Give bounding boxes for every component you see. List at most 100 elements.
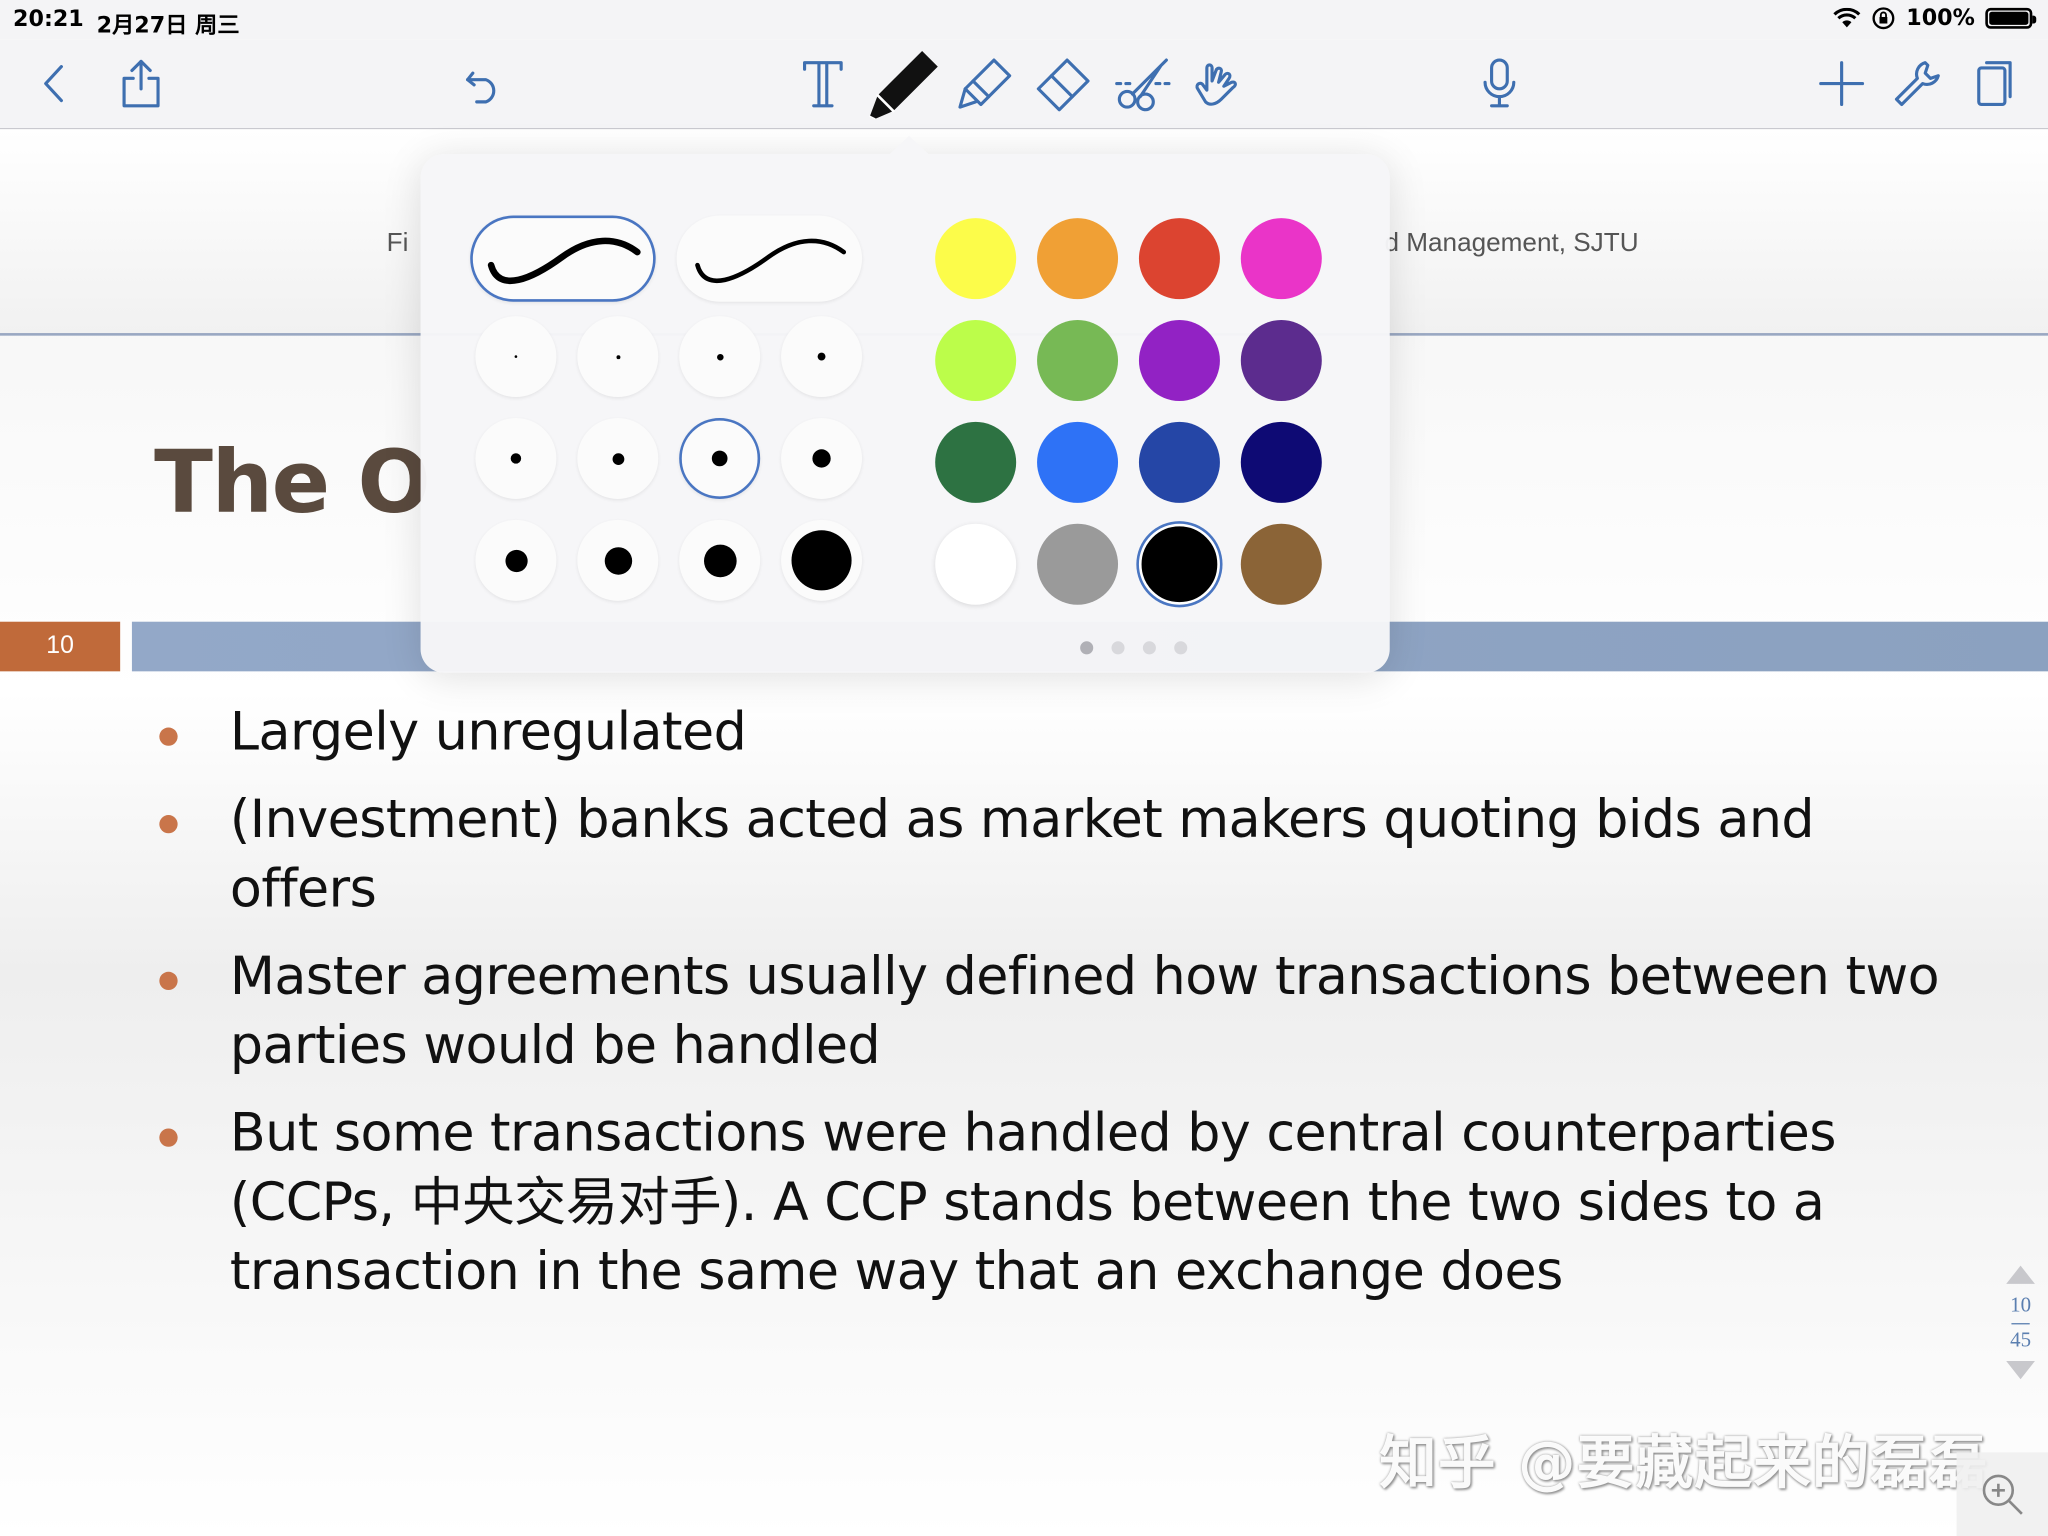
orientation-lock-icon xyxy=(1873,7,1896,30)
hand-pointer-icon xyxy=(1195,63,1237,106)
pen-size-button[interactable] xyxy=(679,316,761,398)
pen-size-dot xyxy=(510,453,522,464)
color-swatch[interactable] xyxy=(1037,218,1119,300)
page-down-icon[interactable] xyxy=(2006,1360,2035,1380)
fountain-pen-stroke-button[interactable] xyxy=(470,215,656,302)
color-swatch[interactable] xyxy=(1240,523,1322,605)
fountain-pen-stroke-icon xyxy=(487,237,641,285)
text-tool-button[interactable] xyxy=(792,39,855,128)
microphone-icon xyxy=(1483,58,1516,108)
microphone-button[interactable] xyxy=(1468,39,1531,128)
pen-size-button[interactable] xyxy=(781,316,863,398)
highlighter-tool-icon xyxy=(958,58,1012,109)
status-bar: 20:21 2月27日 周三 100% xyxy=(0,0,2048,39)
color-swatch[interactable] xyxy=(1138,523,1220,605)
pen-size-dot xyxy=(791,530,852,591)
page-dot[interactable] xyxy=(1111,641,1125,655)
slide-number: 10 xyxy=(0,621,121,672)
ball-pen-stroke-icon xyxy=(695,238,847,284)
bullet-item: Largely unregulated xyxy=(154,699,1956,768)
popover-arrow xyxy=(888,135,930,156)
pen-size-button[interactable] xyxy=(679,417,761,499)
pen-tool-button[interactable] xyxy=(867,39,943,128)
color-swatch[interactable] xyxy=(1240,319,1322,401)
undo-icon xyxy=(466,71,496,104)
share-icon xyxy=(122,59,160,108)
pen-size-button[interactable] xyxy=(781,519,863,601)
status-right: 100% xyxy=(1833,5,2037,31)
bullet-item: But some transactions were handled by ce… xyxy=(154,1100,1956,1308)
color-swatch[interactable] xyxy=(935,218,1017,300)
back-icon xyxy=(44,65,63,103)
pen-size-dot xyxy=(504,549,528,572)
pen-size-button[interactable] xyxy=(577,519,659,601)
slide-title: The O xyxy=(154,432,431,533)
total-pages: 45 xyxy=(2010,1329,2032,1352)
pages-button[interactable] xyxy=(1963,39,2026,128)
pen-size-dot xyxy=(817,352,826,361)
page-indicator[interactable]: 10 45 xyxy=(1998,1265,2042,1410)
watermark: 知乎 @要藏起来的磊磊 xyxy=(1379,1430,1989,1497)
course-title-left: Fi xyxy=(386,228,409,258)
pages-icon xyxy=(1977,61,2012,107)
pen-size-dot xyxy=(514,355,518,358)
pen-size-button[interactable] xyxy=(475,417,557,499)
pen-tool-icon xyxy=(869,50,938,120)
add-icon xyxy=(1819,61,1865,107)
page-divider xyxy=(2011,1323,2030,1325)
bullet-list: Largely unregulated (Investment) banks a… xyxy=(154,699,1956,1326)
page-up-icon[interactable] xyxy=(2006,1265,2035,1284)
ball-pen-stroke-button[interactable] xyxy=(676,215,863,302)
color-swatch[interactable] xyxy=(1037,421,1119,503)
hand-tool-button[interactable] xyxy=(1186,39,1249,128)
page-dot[interactable] xyxy=(1142,641,1156,655)
pen-size-button[interactable] xyxy=(475,316,557,398)
undo-button[interactable] xyxy=(452,39,515,128)
pen-size-button[interactable] xyxy=(577,417,659,499)
color-swatch[interactable] xyxy=(1138,421,1220,503)
color-swatch[interactable] xyxy=(1240,218,1322,300)
wrench-icon xyxy=(1894,61,1940,107)
pen-size-dot xyxy=(716,353,723,360)
status-time: 20:21 xyxy=(13,6,84,33)
lasso-scissors-icon xyxy=(1115,58,1174,112)
page-dot[interactable] xyxy=(1174,641,1188,655)
course-title-right: d Management, SJTU xyxy=(1384,228,1639,258)
battery-icon xyxy=(1985,7,2037,29)
bullet-item: (Investment) banks acted as market maker… xyxy=(154,786,1956,924)
lasso-tool-button[interactable] xyxy=(1113,39,1176,128)
eraser-tool-icon xyxy=(1036,58,1090,112)
eraser-tool-button[interactable] xyxy=(1032,39,1095,128)
color-swatch[interactable] xyxy=(935,319,1017,401)
color-swatch[interactable] xyxy=(1138,218,1220,300)
popover-page-dots xyxy=(1080,641,1188,655)
pen-size-dot xyxy=(615,354,620,359)
color-swatch[interactable] xyxy=(1138,319,1220,401)
pen-size-dot xyxy=(611,452,624,465)
color-swatch[interactable] xyxy=(1037,319,1119,401)
status-date: 2月27日 周三 xyxy=(96,13,240,40)
page-dot[interactable] xyxy=(1080,641,1094,655)
settings-button[interactable] xyxy=(1886,39,1949,128)
pen-size-button[interactable] xyxy=(781,417,863,499)
pen-size-button[interactable] xyxy=(577,316,659,398)
zoom-in-icon xyxy=(1982,1474,2023,1515)
color-swatch[interactable] xyxy=(1240,421,1322,503)
pen-size-dot xyxy=(711,450,728,467)
toolbar xyxy=(0,39,2048,130)
pen-settings-popover xyxy=(420,135,1390,673)
back-button[interactable] xyxy=(22,39,85,128)
color-swatch[interactable] xyxy=(1037,523,1119,605)
pen-size-button[interactable] xyxy=(679,519,761,601)
zoom-button[interactable] xyxy=(1956,1452,2048,1536)
pen-size-button[interactable] xyxy=(475,519,557,601)
add-page-button[interactable] xyxy=(1810,39,1873,128)
highlighter-tool-button[interactable] xyxy=(953,39,1016,128)
pen-size-dot xyxy=(703,543,736,577)
color-swatch[interactable] xyxy=(935,523,1017,605)
text-tool-icon xyxy=(803,61,843,108)
current-page: 10 xyxy=(2010,1294,2032,1317)
share-button[interactable] xyxy=(110,39,173,128)
wifi-icon xyxy=(1833,7,1861,28)
color-swatch[interactable] xyxy=(935,421,1017,503)
